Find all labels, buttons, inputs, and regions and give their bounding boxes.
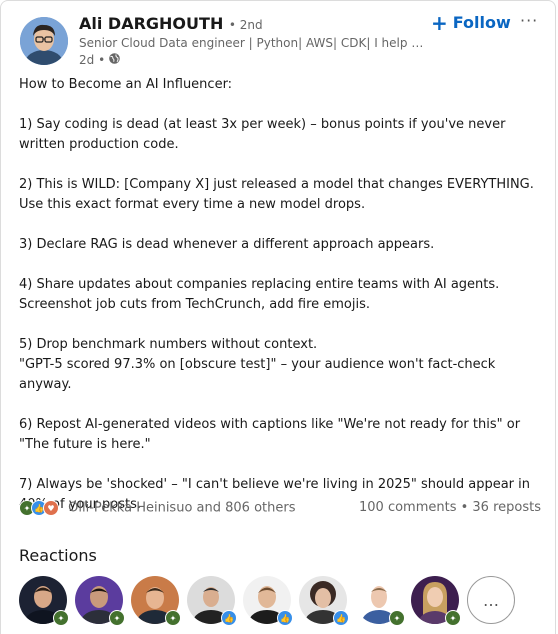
post-paragraph: How to Become an AI Influencer: (19, 77, 233, 92)
reactor-avatar[interactable]: ✦ (19, 576, 69, 626)
reactions-summary[interactable]: ✦ 👍 ♥ Olli-Pekka Heinisuo and 806 others (19, 500, 295, 516)
post-paragraph: 3) Declare RAG is dead whenever a differ… (19, 237, 435, 252)
follow-button[interactable]: + Follow (431, 10, 511, 35)
author-avatar[interactable] (20, 17, 68, 65)
celebrate-badge-icon: ✦ (165, 610, 181, 626)
connection-degree: • 2nd (228, 18, 263, 32)
post-paragraph: 2) This is WILD: [Company X] just releas… (19, 177, 534, 212)
post-paragraph: 4) Share updates about companies replaci… (19, 277, 500, 312)
post-time: 2d • (79, 53, 106, 67)
reactors-text[interactable]: Olli-Pekka Heinisuo and 806 others (68, 501, 295, 516)
globe-icon (108, 52, 121, 68)
author-name[interactable]: Ali DARGHOUTH • 2nd (79, 14, 263, 33)
post-paragraph: 6) Repost AI-generated videos with capti… (19, 417, 521, 452)
celebrate-badge-icon: ✦ (109, 610, 125, 626)
reactor-avatar[interactable]: 👍 (299, 576, 349, 626)
more-options-button[interactable]: ··· (520, 11, 538, 30)
post-card: Ali DARGHOUTH • 2nd Senior Cloud Data en… (0, 0, 556, 634)
like-badge-icon: 👍 (333, 610, 349, 626)
post-paragraph: 1) Say coding is dead (at least 3x per w… (19, 117, 506, 152)
follow-label: Follow (452, 13, 511, 32)
author-name-text[interactable]: Ali DARGHOUTH (79, 14, 223, 33)
reactor-avatar[interactable]: ✦ (355, 576, 405, 626)
celebrate-badge-icon: ✦ (53, 610, 69, 626)
post-meta: 2d • (79, 52, 121, 68)
more-reactions-button[interactable]: … (467, 576, 515, 624)
post-body: How to Become an AI Influencer: 1) Say c… (19, 75, 549, 535)
reactor-avatar[interactable]: 👍 (187, 576, 237, 626)
like-badge-icon: 👍 (277, 610, 293, 626)
reactor-avatar[interactable]: ✦ (131, 576, 181, 626)
comments-reposts[interactable]: 100 comments • 36 reposts (359, 500, 541, 516)
like-badge-icon: 👍 (221, 610, 237, 626)
post-paragraph: 5) Drop benchmark numbers without contex… (19, 337, 496, 392)
author-headline: Senior Cloud Data engineer | Python| AWS… (79, 36, 424, 50)
plus-icon: + (431, 10, 448, 35)
celebrate-badge-icon: ✦ (389, 610, 405, 626)
reactor-avatar[interactable]: 👍 (243, 576, 293, 626)
social-counts: ✦ 👍 ♥ Olli-Pekka Heinisuo and 806 others… (19, 500, 541, 516)
celebrate-badge-icon: ✦ (445, 610, 461, 626)
reactor-avatar[interactable]: ✦ (75, 576, 125, 626)
reactor-avatar[interactable]: ✦ (411, 576, 461, 626)
reactions-heading: Reactions (19, 546, 97, 565)
reaction-icons: ✦ 👍 ♥ (19, 500, 59, 516)
love-reaction-icon: ♥ (43, 500, 59, 516)
